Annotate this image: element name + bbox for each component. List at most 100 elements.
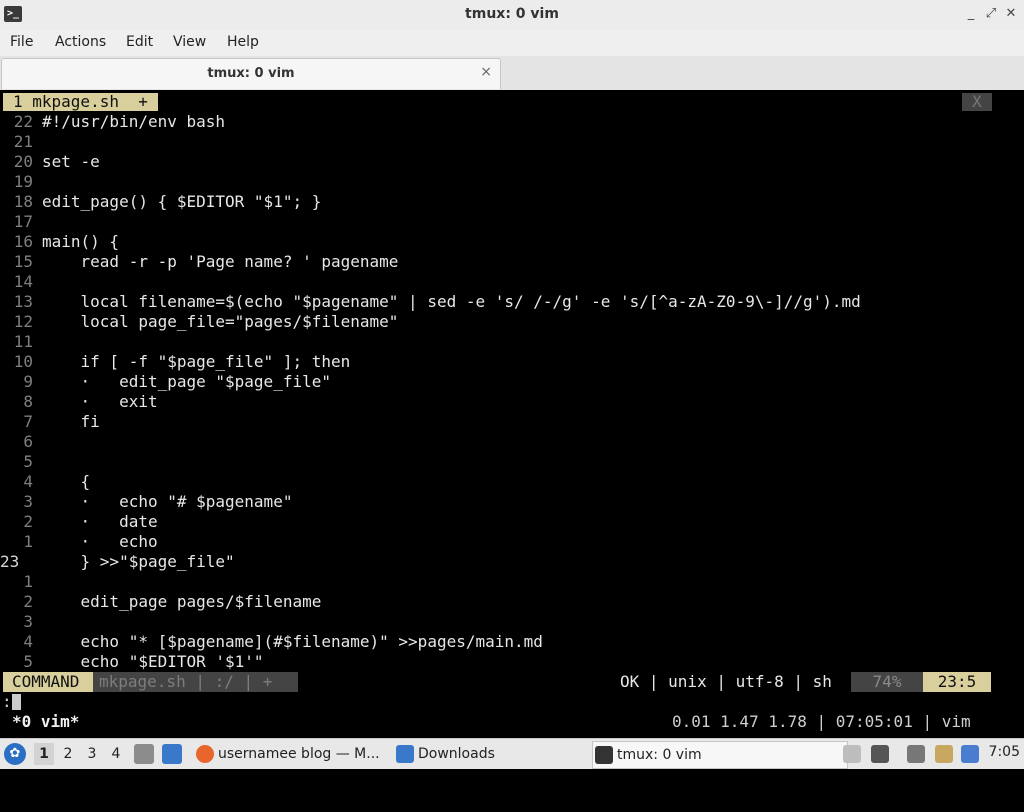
task-firefox[interactable]: usernamee blog — M... xyxy=(194,741,408,767)
code-line[interactable]: 21 xyxy=(0,132,42,152)
line-text: if [ -f "$page_file" ]; then xyxy=(42,352,351,371)
line-number: 5 xyxy=(23,652,33,671)
code-line[interactable]: 4 { xyxy=(0,472,90,492)
volume-icon[interactable] xyxy=(871,745,889,763)
maximize-button[interactable]: ⤢ xyxy=(982,5,1000,23)
code-line[interactable]: 5 echo "$EDITOR '$1'" xyxy=(0,652,264,672)
workspace-4[interactable]: 4 xyxy=(106,743,126,765)
start-menu-icon[interactable]: ✿ xyxy=(4,743,26,765)
menu-edit[interactable]: Edit xyxy=(126,34,153,50)
line-number: 15 xyxy=(13,252,33,271)
code-line[interactable]: 3 xyxy=(0,612,42,632)
code-line[interactable]: 7 fi xyxy=(0,412,100,432)
cmdline-prompt: : xyxy=(2,692,12,711)
minimize-button[interactable]: _ xyxy=(962,5,980,23)
line-text: fi xyxy=(42,412,100,431)
menu-help[interactable]: Help xyxy=(227,34,259,50)
line-number: 10 xyxy=(13,352,33,371)
taskbar: ✿ 1 2 3 4 usernamee blog — M... Download… xyxy=(0,738,1024,769)
clock: 7:05 xyxy=(988,744,1020,760)
terminal-area[interactable]: 1 mkpage.sh + X 22 #!/usr/bin/env bash 21 2… xyxy=(0,91,1024,738)
line-text: · date xyxy=(42,512,158,531)
tmux-statusbar: *0 vim* 0.01 1.47 1.78 | 07:05:01 | vim xyxy=(0,712,1024,732)
code-line[interactable]: 1 · echo xyxy=(0,532,158,552)
code-line[interactable]: 1 xyxy=(0,572,42,592)
workspace-3[interactable]: 3 xyxy=(82,743,102,765)
code-line[interactable]: 2 · date xyxy=(0,512,158,532)
code-line[interactable]: 13 local filename=$(echo "$pagename" | s… xyxy=(0,292,861,312)
window-titlebar: >_ tmux: 0 vim _ ⤢ ✕ xyxy=(0,0,1024,31)
code-line[interactable]: 12 local page_file="pages/$filename" xyxy=(0,312,399,332)
window-title: tmux: 0 vim xyxy=(465,6,559,22)
file-manager-icon[interactable] xyxy=(134,744,154,764)
desktop-icon[interactable] xyxy=(162,744,182,764)
line-number: 12 xyxy=(13,312,33,331)
code-line[interactable]: 9 · edit_page "$page_file" xyxy=(0,372,331,392)
vim-buffer-line: 1 mkpage.sh + X xyxy=(0,93,1024,111)
notification-icon[interactable] xyxy=(961,745,979,763)
workspace-1[interactable]: 1 xyxy=(34,743,54,765)
line-text: · echo xyxy=(42,532,158,551)
menubar: File Actions Edit View Help xyxy=(0,30,1024,56)
line-text: { xyxy=(42,472,91,491)
workspace-2[interactable]: 2 xyxy=(58,743,78,765)
line-text: echo "$EDITOR '$1'" xyxy=(42,652,264,671)
vim-cursor-position: 23:5 xyxy=(923,672,991,692)
vim-buffer-tab[interactable]: 1 mkpage.sh + xyxy=(3,93,158,111)
task-terminal[interactable]: tmux: 0 vim xyxy=(592,741,848,769)
code-line[interactable]: 10 if [ -f "$page_file" ]; then xyxy=(0,352,351,372)
code-line[interactable]: 23 } >>"$page_file" xyxy=(0,552,235,572)
vim-cmdline[interactable]: : xyxy=(0,692,1024,712)
code-line[interactable]: 3 · echo "# $pagename" xyxy=(0,492,292,512)
line-number: 22 xyxy=(13,112,33,131)
code-line[interactable]: 15 read -r -p 'Page name? ' pagename xyxy=(0,252,399,272)
tray-scroll-icon[interactable] xyxy=(843,745,861,763)
line-number: 18 xyxy=(13,192,33,211)
vim-statusline: COMMAND mkpage.sh | :/ | + OK | unix | u… xyxy=(0,672,1024,692)
tab-label: tmux: 0 vim xyxy=(207,66,295,81)
line-text: set -e xyxy=(42,152,100,171)
line-number: 1 xyxy=(23,572,33,591)
line-number: 6 xyxy=(23,432,33,451)
line-number: 11 xyxy=(13,332,33,351)
line-text: edit_page pages/$filename xyxy=(42,592,322,611)
menu-view[interactable]: View xyxy=(173,34,206,50)
task-label: usernamee blog — M... xyxy=(218,746,380,762)
tmux-window[interactable]: *0 vim* xyxy=(12,712,79,732)
terminal-icon xyxy=(595,746,613,764)
line-number: 17 xyxy=(13,212,33,231)
tab-strip: tmux: 0 vim × xyxy=(0,56,1024,90)
code-line[interactable]: 5 xyxy=(0,452,42,472)
line-number: 2 xyxy=(23,592,33,611)
code-line[interactable]: 16 main() { xyxy=(0,232,119,252)
vim-buffer-close[interactable]: X xyxy=(962,93,992,111)
line-text: read -r -p 'Page name? ' pagename xyxy=(42,252,399,271)
network-icon[interactable] xyxy=(907,745,925,763)
clipboard-icon[interactable] xyxy=(935,745,953,763)
code-line[interactable]: 18 edit_page() { $EDITOR "$1"; } xyxy=(0,192,322,212)
line-text: #!/usr/bin/env bash xyxy=(42,112,226,131)
folder-icon xyxy=(396,745,414,763)
menu-file[interactable]: File xyxy=(10,34,33,50)
code-line[interactable]: 19 xyxy=(0,172,42,192)
code-line[interactable]: 14 xyxy=(0,272,42,292)
line-number: 9 xyxy=(23,372,33,391)
tab-tmux[interactable]: tmux: 0 vim × xyxy=(1,58,501,89)
line-number: 3 xyxy=(23,492,33,511)
line-number: 13 xyxy=(13,292,33,311)
code-line[interactable]: 17 xyxy=(0,212,42,232)
code-line[interactable]: 6 xyxy=(0,432,42,452)
close-button[interactable]: ✕ xyxy=(1002,5,1020,23)
line-number: 16 xyxy=(13,232,33,251)
menu-actions[interactable]: Actions xyxy=(55,34,106,50)
task-downloads[interactable]: Downloads xyxy=(394,741,598,767)
code-line[interactable]: 2 edit_page pages/$filename xyxy=(0,592,321,612)
task-label: Downloads xyxy=(418,746,495,762)
vim-mode: COMMAND xyxy=(3,672,100,692)
code-line[interactable]: 4 echo "* [$pagename](#$filename)" >>pag… xyxy=(0,632,543,652)
code-line[interactable]: 20 set -e xyxy=(0,152,100,172)
code-line[interactable]: 8 · exit xyxy=(0,392,157,412)
tab-close-icon[interactable]: × xyxy=(480,64,492,80)
code-line[interactable]: 22 #!/usr/bin/env bash xyxy=(0,112,225,132)
code-line[interactable]: 11 xyxy=(0,332,42,352)
